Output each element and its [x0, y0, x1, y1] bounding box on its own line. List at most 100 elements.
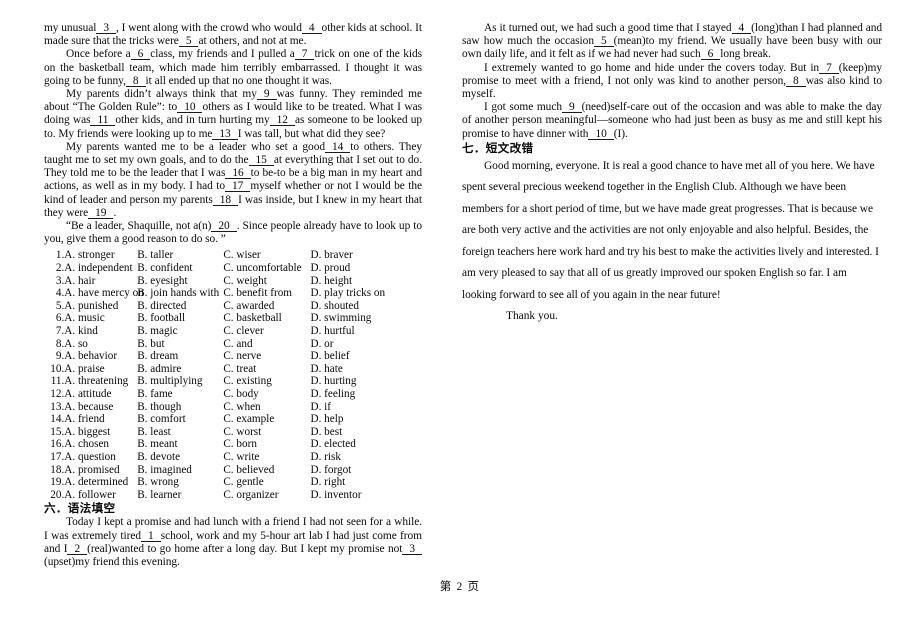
answer-blank[interactable]: 5: [593, 36, 614, 48]
answer-blank[interactable]: 8: [125, 75, 146, 87]
option-choice-c[interactable]: C. born: [223, 438, 310, 451]
option-choice-d[interactable]: D. hate: [310, 363, 422, 376]
option-choice-c[interactable]: C. existing: [223, 375, 310, 388]
answer-blank[interactable]: 13: [212, 128, 238, 140]
answer-blank[interactable]: 2: [67, 543, 88, 555]
answer-blank[interactable]: 3: [402, 543, 423, 555]
option-choice-c[interactable]: C. nerve: [223, 350, 310, 363]
answer-blank[interactable]: 7: [819, 62, 839, 74]
option-choice-b[interactable]: B. devote: [137, 451, 223, 464]
option-choice-b[interactable]: B. football: [137, 312, 223, 325]
answer-blank[interactable]: 3: [96, 22, 117, 34]
option-choice-b[interactable]: B. confident: [137, 262, 223, 275]
option-choice-d[interactable]: D. play tricks on: [310, 287, 422, 300]
option-choice-b[interactable]: B. taller: [137, 249, 223, 262]
option-choice-d[interactable]: D. hurting: [310, 375, 422, 388]
answer-blank[interactable]: 9: [256, 88, 277, 101]
answer-blank[interactable]: 1: [141, 530, 161, 542]
option-choice-a[interactable]: A. promised: [64, 464, 137, 477]
option-choice-c[interactable]: C. when: [223, 401, 310, 414]
answer-blank[interactable]: 18: [212, 194, 239, 206]
option-choice-c[interactable]: C. clever: [223, 325, 310, 338]
option-choice-d[interactable]: D. proud: [310, 262, 422, 275]
answer-blank[interactable]: 17: [225, 181, 251, 193]
option-choice-d[interactable]: D. best: [310, 426, 422, 439]
option-choice-c[interactable]: C. organizer: [223, 489, 310, 502]
option-choice-c[interactable]: C. body: [223, 388, 310, 401]
option-choice-d[interactable]: D. help: [310, 413, 422, 426]
option-choice-a[interactable]: A. attitude: [64, 388, 137, 401]
option-choice-a[interactable]: A. praise: [64, 363, 137, 376]
option-choice-a[interactable]: A. chosen: [64, 438, 137, 451]
answer-blank[interactable]: 5: [178, 36, 199, 48]
option-choice-b[interactable]: B. though: [137, 401, 223, 414]
answer-blank[interactable]: 12: [269, 115, 295, 127]
option-choice-a[interactable]: A. friend: [64, 413, 137, 426]
option-choice-b[interactable]: B. learner: [137, 489, 223, 502]
option-choice-d[interactable]: D. inventor: [310, 489, 422, 502]
answer-blank[interactable]: 10: [177, 102, 203, 114]
option-choice-b[interactable]: B. join hands with: [137, 287, 223, 300]
answer-blank[interactable]: 9: [561, 102, 582, 114]
answer-blank[interactable]: 6: [130, 49, 151, 61]
option-choice-a[interactable]: A. follower: [64, 489, 137, 502]
answer-blank[interactable]: 6: [700, 49, 721, 61]
answer-blank[interactable]: 15: [248, 154, 274, 167]
option-choice-c[interactable]: C. weight: [223, 275, 310, 288]
option-choice-c[interactable]: C. gentle: [223, 476, 310, 489]
option-choice-b[interactable]: B. least: [137, 426, 223, 439]
option-choice-b[interactable]: B. wrong: [137, 476, 223, 489]
option-choice-b[interactable]: B. magic: [137, 325, 223, 338]
answer-blank[interactable]: 4: [731, 22, 752, 34]
option-choice-a[interactable]: A. punished: [64, 300, 137, 313]
answer-blank[interactable]: 7: [294, 49, 315, 61]
answer-blank[interactable]: 16: [225, 168, 251, 180]
option-choice-b[interactable]: B. imagined: [137, 464, 223, 477]
option-choice-a[interactable]: A. have mercy on: [64, 287, 144, 300]
option-choice-b[interactable]: B. but: [137, 338, 223, 351]
option-choice-a[interactable]: A. independent: [64, 262, 137, 275]
option-choice-d[interactable]: D. braver: [310, 249, 422, 262]
option-choice-c[interactable]: C. write: [223, 451, 310, 464]
option-choice-c[interactable]: C. awarded: [223, 300, 310, 313]
option-choice-d[interactable]: D. feeling: [310, 388, 422, 401]
option-choice-c[interactable]: C. benefit from: [223, 287, 310, 300]
option-choice-d[interactable]: D. shouted: [310, 300, 422, 313]
option-choice-b[interactable]: B. directed: [137, 300, 223, 313]
option-choice-c[interactable]: C. and: [223, 338, 310, 351]
option-choice-a[interactable]: A. music: [64, 312, 137, 325]
answer-blank[interactable]: 11: [90, 115, 116, 127]
option-choice-c[interactable]: C. treat: [223, 363, 310, 376]
option-choice-a[interactable]: A. hair: [64, 275, 137, 288]
option-choice-b[interactable]: B. eyesight: [137, 275, 223, 288]
option-choice-b[interactable]: B. fame: [137, 388, 223, 401]
option-choice-a[interactable]: A. threatening: [64, 375, 137, 388]
option-choice-d[interactable]: D. hurtful: [310, 325, 422, 338]
option-choice-d[interactable]: D. swimming: [310, 312, 422, 325]
option-choice-d[interactable]: D. forgot: [310, 464, 422, 477]
option-choice-d[interactable]: D. elected: [310, 438, 422, 451]
answer-blank[interactable]: 8: [786, 75, 806, 87]
option-choice-a[interactable]: A. because: [64, 401, 137, 414]
option-choice-d[interactable]: D. if: [310, 401, 422, 414]
option-choice-a[interactable]: A. question: [64, 451, 137, 464]
option-choice-d[interactable]: D. risk: [310, 451, 422, 464]
option-choice-a[interactable]: A. behavior: [64, 350, 137, 363]
answer-blank[interactable]: 10: [588, 128, 614, 140]
option-choice-c[interactable]: C. example: [223, 413, 310, 426]
option-choice-b[interactable]: B. admire: [137, 363, 223, 376]
answer-blank[interactable]: 14: [324, 141, 351, 153]
answer-blank[interactable]: 20: [211, 220, 237, 233]
option-choice-b[interactable]: B. comfort: [137, 413, 223, 426]
answer-blank[interactable]: 19: [88, 207, 114, 219]
option-choice-d[interactable]: D. right: [310, 476, 422, 489]
option-choice-b[interactable]: B. dream: [137, 350, 223, 363]
option-choice-c[interactable]: C. basketball: [223, 312, 310, 325]
option-choice-a[interactable]: A. so: [64, 338, 137, 351]
option-choice-a[interactable]: A. stronger: [64, 249, 137, 262]
option-choice-a[interactable]: A. determined: [64, 476, 137, 489]
option-choice-a[interactable]: A. kind: [64, 325, 137, 338]
option-choice-c[interactable]: C. uncomfortable: [223, 262, 310, 275]
answer-blank[interactable]: 4: [301, 22, 322, 34]
option-choice-d[interactable]: D. or: [310, 338, 422, 351]
